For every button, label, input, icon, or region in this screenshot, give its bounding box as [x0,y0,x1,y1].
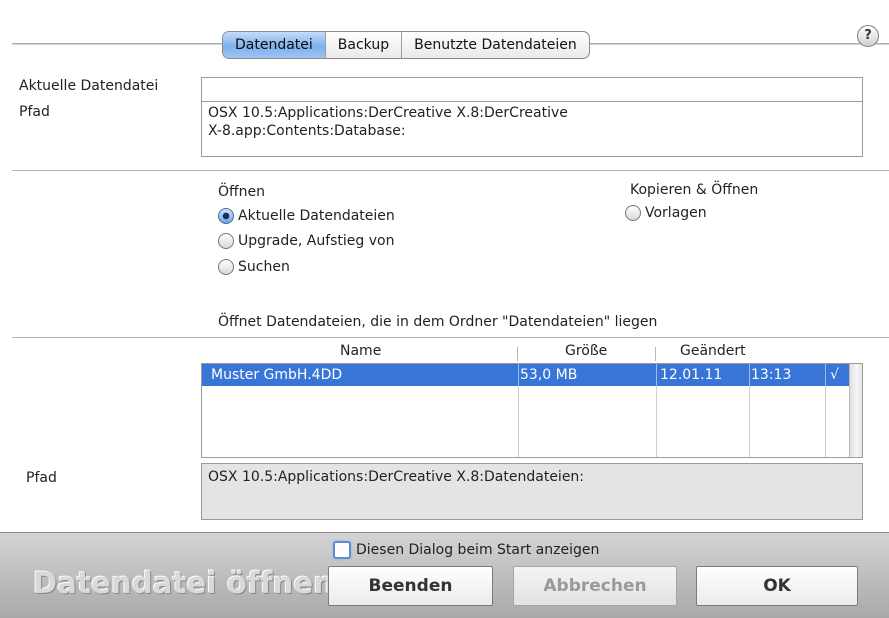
column-header-modified[interactable]: Geändert [680,343,746,359]
description-text: Öffnet Datendateien, die in dem Ordner "… [218,314,658,330]
current-path-line-2: X-8.app:Contents:Database: [208,123,406,139]
cell-time: 13:13 [749,364,791,386]
radio-templates[interactable]: Vorlagen [625,205,707,221]
copy-group-title: Kopieren & Öffnen [630,182,759,198]
radio-upgrade[interactable]: Upgrade, Aufstieg von [218,233,394,249]
column-header-name[interactable]: Name [340,343,381,359]
cancel-button[interactable]: Abbrechen [513,566,677,606]
tab-datendatei[interactable]: Datendatei [223,32,326,58]
radio-off-icon [625,205,641,221]
radio-label: Suchen [238,259,290,275]
ok-button[interactable]: OK [696,566,858,606]
current-path-field: OSX 10.5:Applications:DerCreative X.8:De… [201,101,863,157]
dialog-title: Datendatei öffnen [33,566,335,600]
radio-label: Vorlagen [645,205,707,221]
bottom-path-field: OSX 10.5:Applications:DerCreative X.8:Da… [201,463,863,520]
current-path-label: Pfad [19,104,50,120]
checkbox-label: Diesen Dialog beim Start anzeigen [356,542,600,558]
checkbox-icon [333,541,351,559]
cell-size: 53,0 MB [518,364,577,386]
radio-search[interactable]: Suchen [218,259,290,275]
help-button[interactable]: ? [857,25,879,47]
list-scrollbar[interactable] [849,364,862,457]
current-path-line-1: OSX 10.5:Applications:DerCreative X.8:De… [208,105,568,121]
bottom-path-label: Pfad [26,470,57,486]
radio-off-icon [218,259,234,275]
quit-button[interactable]: Beenden [328,566,493,606]
radio-label: Aktuelle Datendateien [238,208,395,224]
table-row[interactable]: Muster GmbH.4DD 53,0 MB 12.01.11 13:13 √ [202,364,849,386]
radio-current-datafiles[interactable]: Aktuelle Datendateien [218,208,395,224]
checkmark-icon: √ [825,364,839,386]
current-datafile-field[interactable] [201,77,863,102]
tab-bar: Datendatei Backup Benutzte Datendateien [222,31,590,59]
column-separator [655,347,656,361]
tab-backup[interactable]: Backup [326,32,403,58]
divider-highlight [12,171,889,172]
tab-benutzte-datendateien[interactable]: Benutzte Datendateien [402,32,589,58]
radio-on-icon [218,208,234,224]
divider-highlight [12,338,889,339]
file-list[interactable]: Muster GmbH.4DD 53,0 MB 12.01.11 13:13 √ [201,363,863,458]
cell-name: Muster GmbH.4DD [211,367,343,383]
show-at-start-checkbox[interactable]: Diesen Dialog beim Start anzeigen [333,541,599,559]
radio-label: Upgrade, Aufstieg von [238,233,395,249]
current-datafile-label: Aktuelle Datendatei [19,78,159,94]
open-group-title: Öffnen [218,184,266,200]
column-separator [517,347,518,361]
column-header-size[interactable]: Größe [565,343,607,359]
cell-date: 12.01.11 [656,364,722,386]
radio-off-icon [218,233,234,249]
